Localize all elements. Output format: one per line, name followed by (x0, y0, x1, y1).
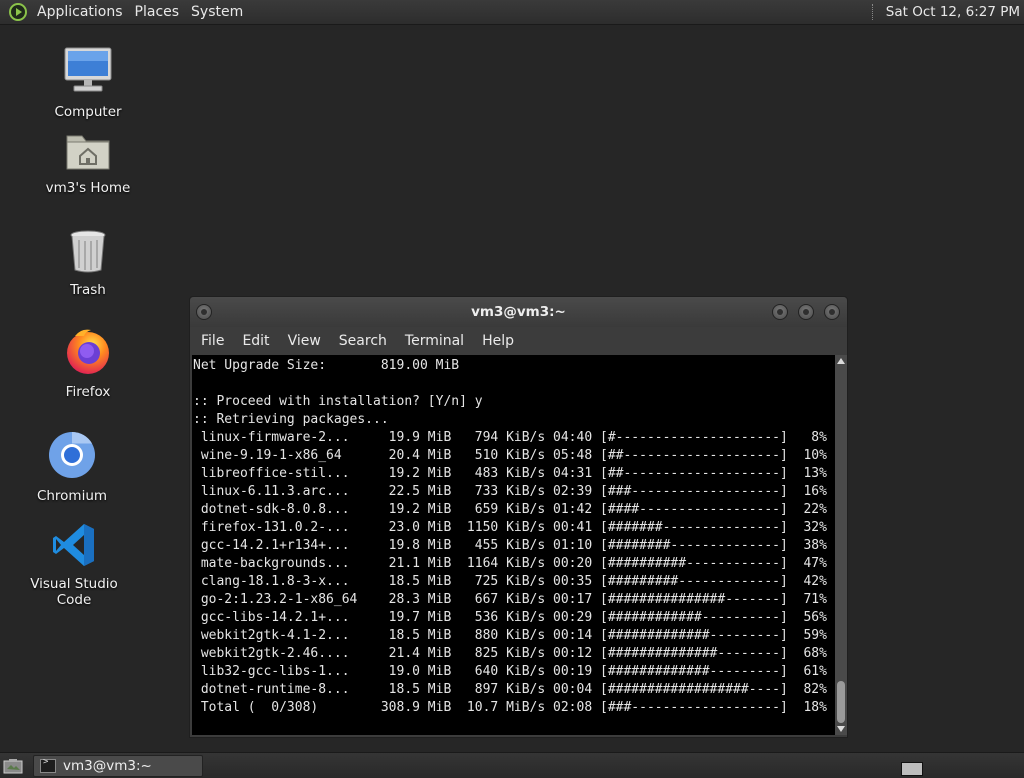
terminal-line: dotnet-runtime-8... 18.5 MiB 897 KiB/s 0… (193, 682, 827, 697)
terminal-line: linux-firmware-2... 19.9 MiB 794 KiB/s 0… (193, 430, 827, 445)
terminal-line: libreoffice-stil... 19.2 MiB 483 KiB/s 0… (193, 466, 827, 481)
terminal-line: linux-6.11.3.arc... 22.5 MiB 733 KiB/s 0… (193, 484, 827, 499)
panel-separator (871, 4, 874, 20)
desktop-icon-home[interactable]: vm3's Home (28, 128, 148, 196)
desktop-icon-vscode[interactable]: Visual Studio Code (14, 522, 134, 608)
applications-menu[interactable]: Applications (31, 4, 129, 20)
vscode-icon (14, 522, 134, 572)
taskbar-item-terminal[interactable]: vm3@vm3:~ (33, 755, 203, 777)
home-folder-icon (28, 128, 148, 176)
firefox-icon (28, 326, 148, 380)
menu-terminal[interactable]: Terminal (396, 333, 473, 349)
terminal-line: webkit2gtk-2.46.... 21.4 MiB 825 KiB/s 0… (193, 646, 827, 661)
terminal-line: mate-backgrounds... 21.1 MiB 1164 KiB/s … (193, 556, 827, 571)
terminal-line: lib32-gcc-libs-1... 19.0 MiB 640 KiB/s 0… (193, 664, 827, 679)
scroll-up-arrow-icon[interactable] (837, 358, 845, 364)
menu-edit[interactable]: Edit (233, 333, 278, 349)
menu-file[interactable]: File (192, 333, 233, 349)
terminal-line: gcc-14.2.1+r134+... 19.8 MiB 455 KiB/s 0… (193, 538, 827, 553)
top-panel: Applications Places System Sat Oct 12, 6… (0, 0, 1024, 25)
bottom-panel: vm3@vm3:~ (0, 752, 1024, 778)
clock[interactable]: Sat Oct 12, 6:27 PM (886, 4, 1024, 20)
maximize-button[interactable] (798, 304, 814, 320)
terminal-scrollbar[interactable] (835, 355, 847, 735)
terminal-line: gcc-libs-14.2.1+... 19.7 MiB 536 KiB/s 0… (193, 610, 827, 625)
window-title: vm3@vm3:~ (471, 304, 566, 320)
desktop-icon-label: Computer (54, 104, 122, 120)
scroll-thumb[interactable] (837, 681, 845, 723)
terminal-line: firefox-131.0.2-... 23.0 MiB 1150 KiB/s … (193, 520, 827, 535)
show-desktop-button[interactable] (3, 758, 23, 774)
scroll-down-arrow-icon[interactable] (837, 726, 845, 732)
terminal-line: go-2:1.23.2-1-x86_64 28.3 MiB 667 KiB/s … (193, 592, 827, 607)
menu-help[interactable]: Help (473, 333, 523, 349)
desktop-icon-label: Visual Studio Code (30, 576, 118, 608)
show-desktop-icon (3, 759, 23, 774)
terminal-line: :: Proceed with installation? [Y/n] y (193, 394, 483, 409)
terminal-line: :: Retrieving packages... (193, 412, 389, 427)
distro-logo-icon[interactable] (9, 3, 27, 21)
chromium-icon (12, 430, 132, 484)
terminal-line: webkit2gtk-4.1-2... 18.5 MiB 880 KiB/s 0… (193, 628, 827, 643)
terminal-line: Total ( 0/308) 308.9 MiB 10.7 MiB/s 02:0… (193, 700, 827, 715)
terminal-text: Net Upgrade Size: 819.00 MiB :: Proceed … (192, 355, 835, 717)
desktop-icon-firefox[interactable]: Firefox (28, 326, 148, 400)
desktop-icon-trash[interactable]: Trash (28, 228, 148, 298)
terminal-output[interactable]: Net Upgrade Size: 819.00 MiB :: Proceed … (192, 355, 835, 735)
workspace-switcher[interactable] (901, 762, 923, 776)
desktop-icon-label: Trash (70, 282, 106, 298)
window-titlebar[interactable]: vm3@vm3:~ (190, 297, 847, 327)
places-menu[interactable]: Places (129, 4, 186, 20)
close-button[interactable] (824, 304, 840, 320)
desktop-icon-label: Firefox (65, 384, 111, 400)
computer-icon (28, 46, 148, 100)
desktop-icon-label: Chromium (36, 488, 108, 504)
system-menu[interactable]: System (185, 4, 249, 20)
trash-icon (28, 228, 148, 278)
taskbar-item-label: vm3@vm3:~ (63, 758, 152, 774)
menu-view[interactable]: View (279, 333, 330, 349)
terminal-menubar: File Edit View Search Terminal Help (190, 327, 847, 355)
desktop-icon-chromium[interactable]: Chromium (12, 430, 132, 504)
minimize-button[interactable] (772, 304, 788, 320)
terminal-line: Net Upgrade Size: 819.00 MiB (193, 358, 460, 373)
menu-search[interactable]: Search (330, 333, 396, 349)
desktop-icon-computer[interactable]: Computer (28, 46, 148, 120)
terminal-line: wine-9.19-1-x86_64 20.4 MiB 510 KiB/s 05… (193, 448, 827, 463)
terminal-line: clang-18.1.8-3-x... 18.5 MiB 725 KiB/s 0… (193, 574, 827, 589)
desktop-icon-label: vm3's Home (45, 180, 131, 196)
terminal-line: dotnet-sdk-8.0.8... 19.2 MiB 659 KiB/s 0… (193, 502, 827, 517)
terminal-icon (40, 757, 56, 773)
terminal-window[interactable]: vm3@vm3:~ File Edit View Search Terminal… (189, 296, 848, 738)
